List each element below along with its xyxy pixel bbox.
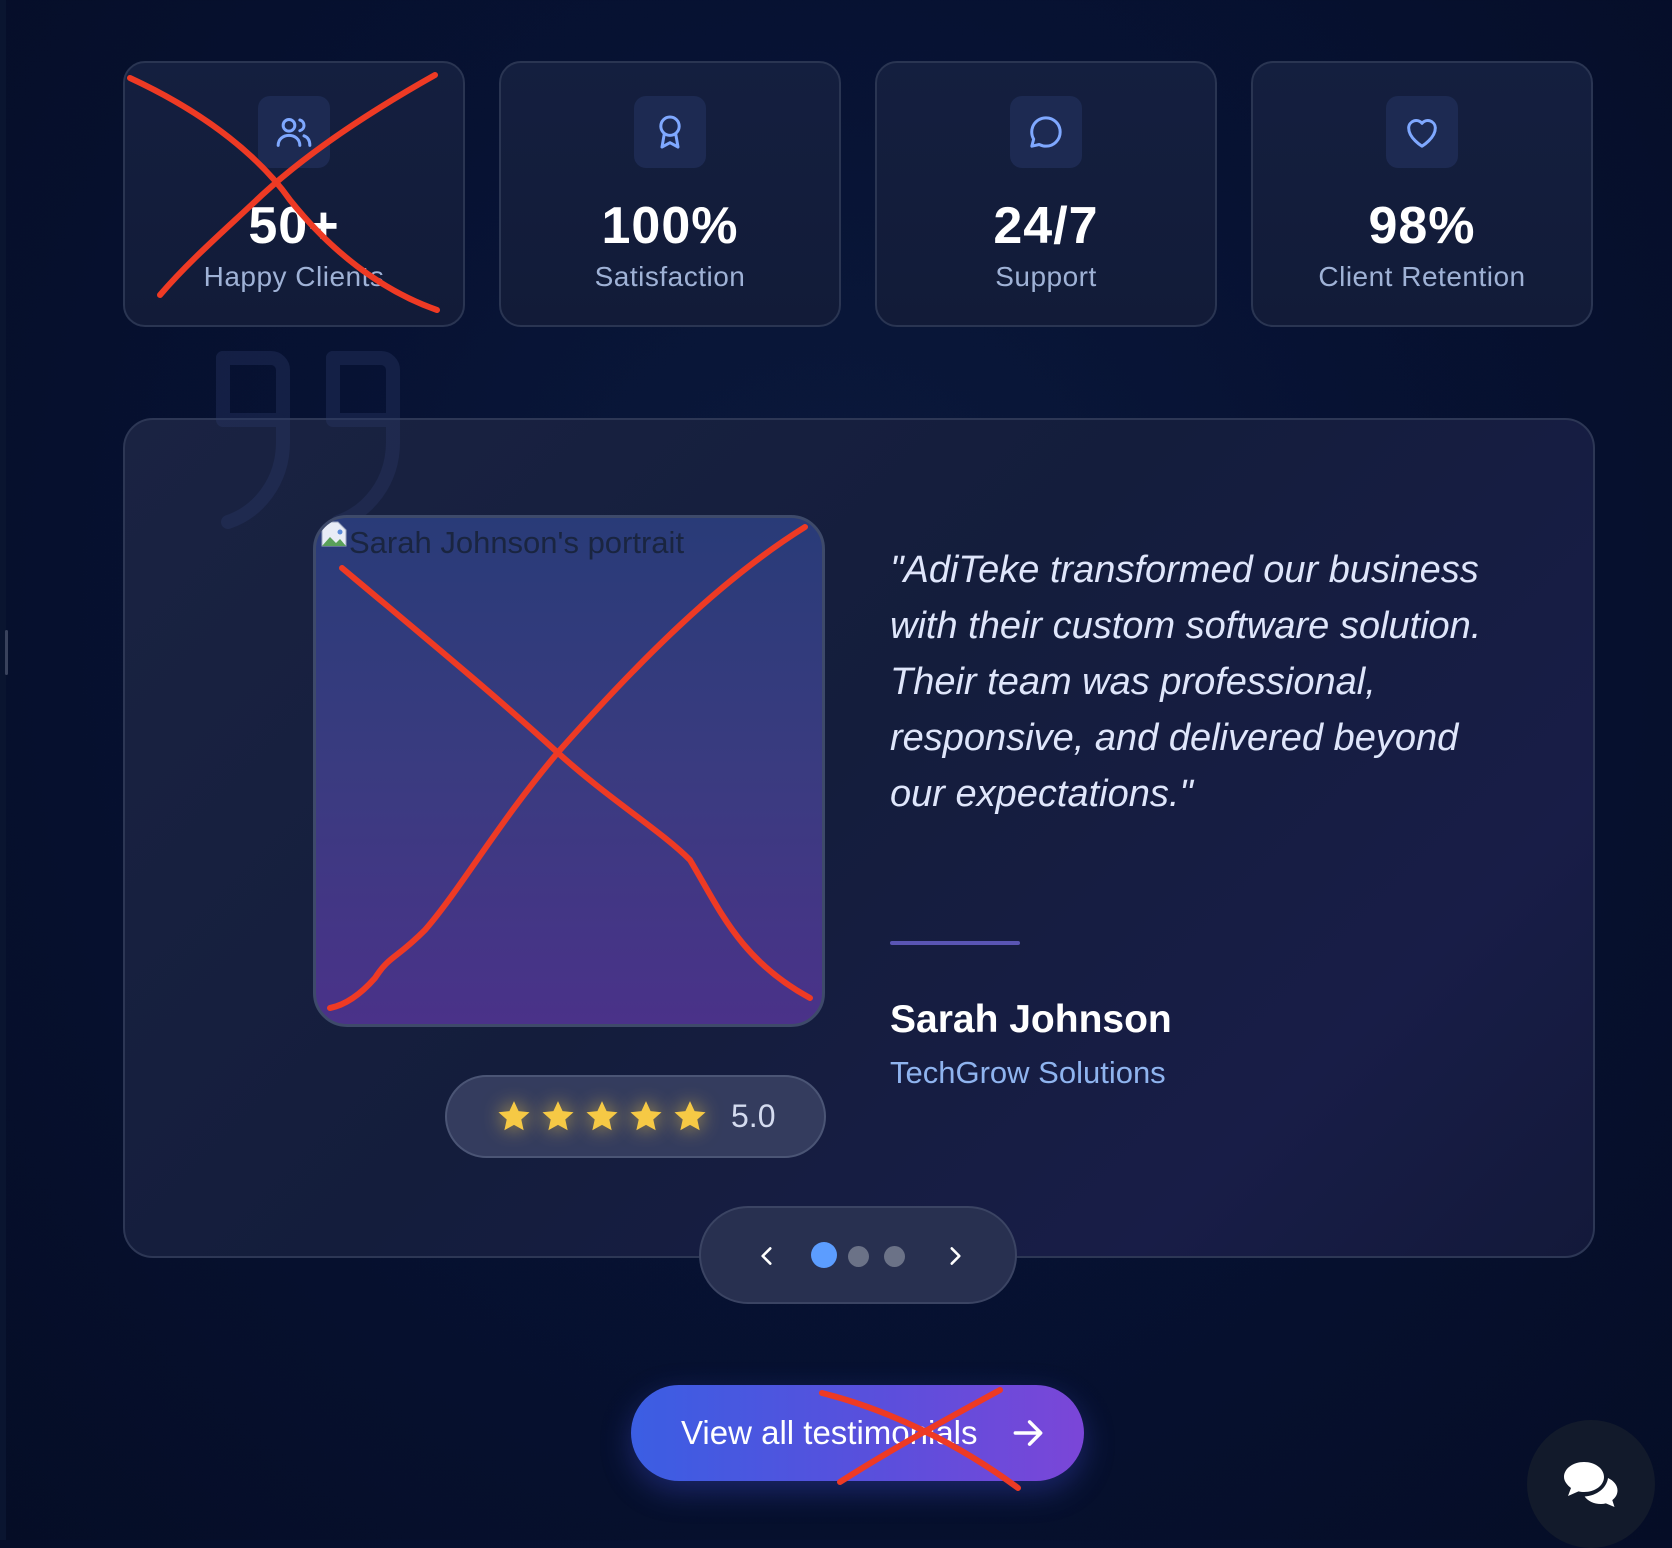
rating-badge: 5.0 [445,1075,826,1158]
quote-mark-icon [216,351,400,529]
chevron-left-icon [761,1247,772,1265]
users-icon [258,96,330,168]
star-icon [586,1100,618,1130]
heart-icon [1386,96,1458,168]
stat-card-support: 24/7 Support [875,61,1217,327]
star-rating [495,1098,709,1136]
rating-value: 5.0 [731,1098,776,1134]
resize-handle[interactable] [5,630,8,675]
left-edge [0,0,6,1540]
stat-card-happy-clients: 50+ Happy Clients [123,61,465,327]
cta-label: View all testimonials [681,1414,978,1451]
message-circle-icon [1010,96,1082,168]
chat-bubbles-icon [1564,1462,1618,1507]
carousel-prev-button[interactable] [749,1238,785,1274]
stat-value: 98% [1368,197,1476,255]
stat-card-satisfaction: 100% Satisfaction [499,61,841,327]
chat-button[interactable] [1527,1420,1655,1548]
carousel-next-button[interactable] [937,1238,973,1274]
carousel-dot-1[interactable] [811,1242,837,1268]
stat-label: Support [995,261,1097,292]
stat-label: Client Retention [1318,261,1526,292]
quote-divider [890,941,1020,945]
portrait-image: Sarah Johnson's portrait [313,515,825,1027]
star-icon [630,1100,662,1130]
broken-image-icon [321,521,347,547]
chevron-right-icon [950,1247,961,1265]
portrait-alt-text: Sarah Johnson's portrait [349,525,685,560]
carousel-dot-2[interactable] [848,1246,869,1267]
author-name: Sarah Johnson [890,998,1172,1041]
testimonial-quote: "AdiTeke transformed our business with t… [890,549,1482,815]
stat-value: 100% [601,197,739,255]
stat-label: Satisfaction [594,261,746,292]
star-icon [674,1100,706,1130]
carousel-nav [699,1206,1017,1304]
star-icon [542,1100,574,1130]
carousel-dot-3[interactable] [884,1246,905,1267]
stats-row: 50+ Happy Clients 100% Satisfaction 24/7… [123,61,1595,329]
stat-card-client-retention: 98% Client Retention [1251,61,1593,327]
view-all-testimonials-button[interactable]: View all testimonials [631,1385,1084,1481]
arrow-right-icon [1013,1420,1043,1446]
stat-value: 50+ [248,197,340,255]
author-company: TechGrow Solutions [890,1055,1166,1090]
star-icon [498,1100,530,1130]
award-icon [634,96,706,168]
stat-value: 24/7 [993,197,1099,255]
stat-label: Happy Clients [203,261,385,292]
